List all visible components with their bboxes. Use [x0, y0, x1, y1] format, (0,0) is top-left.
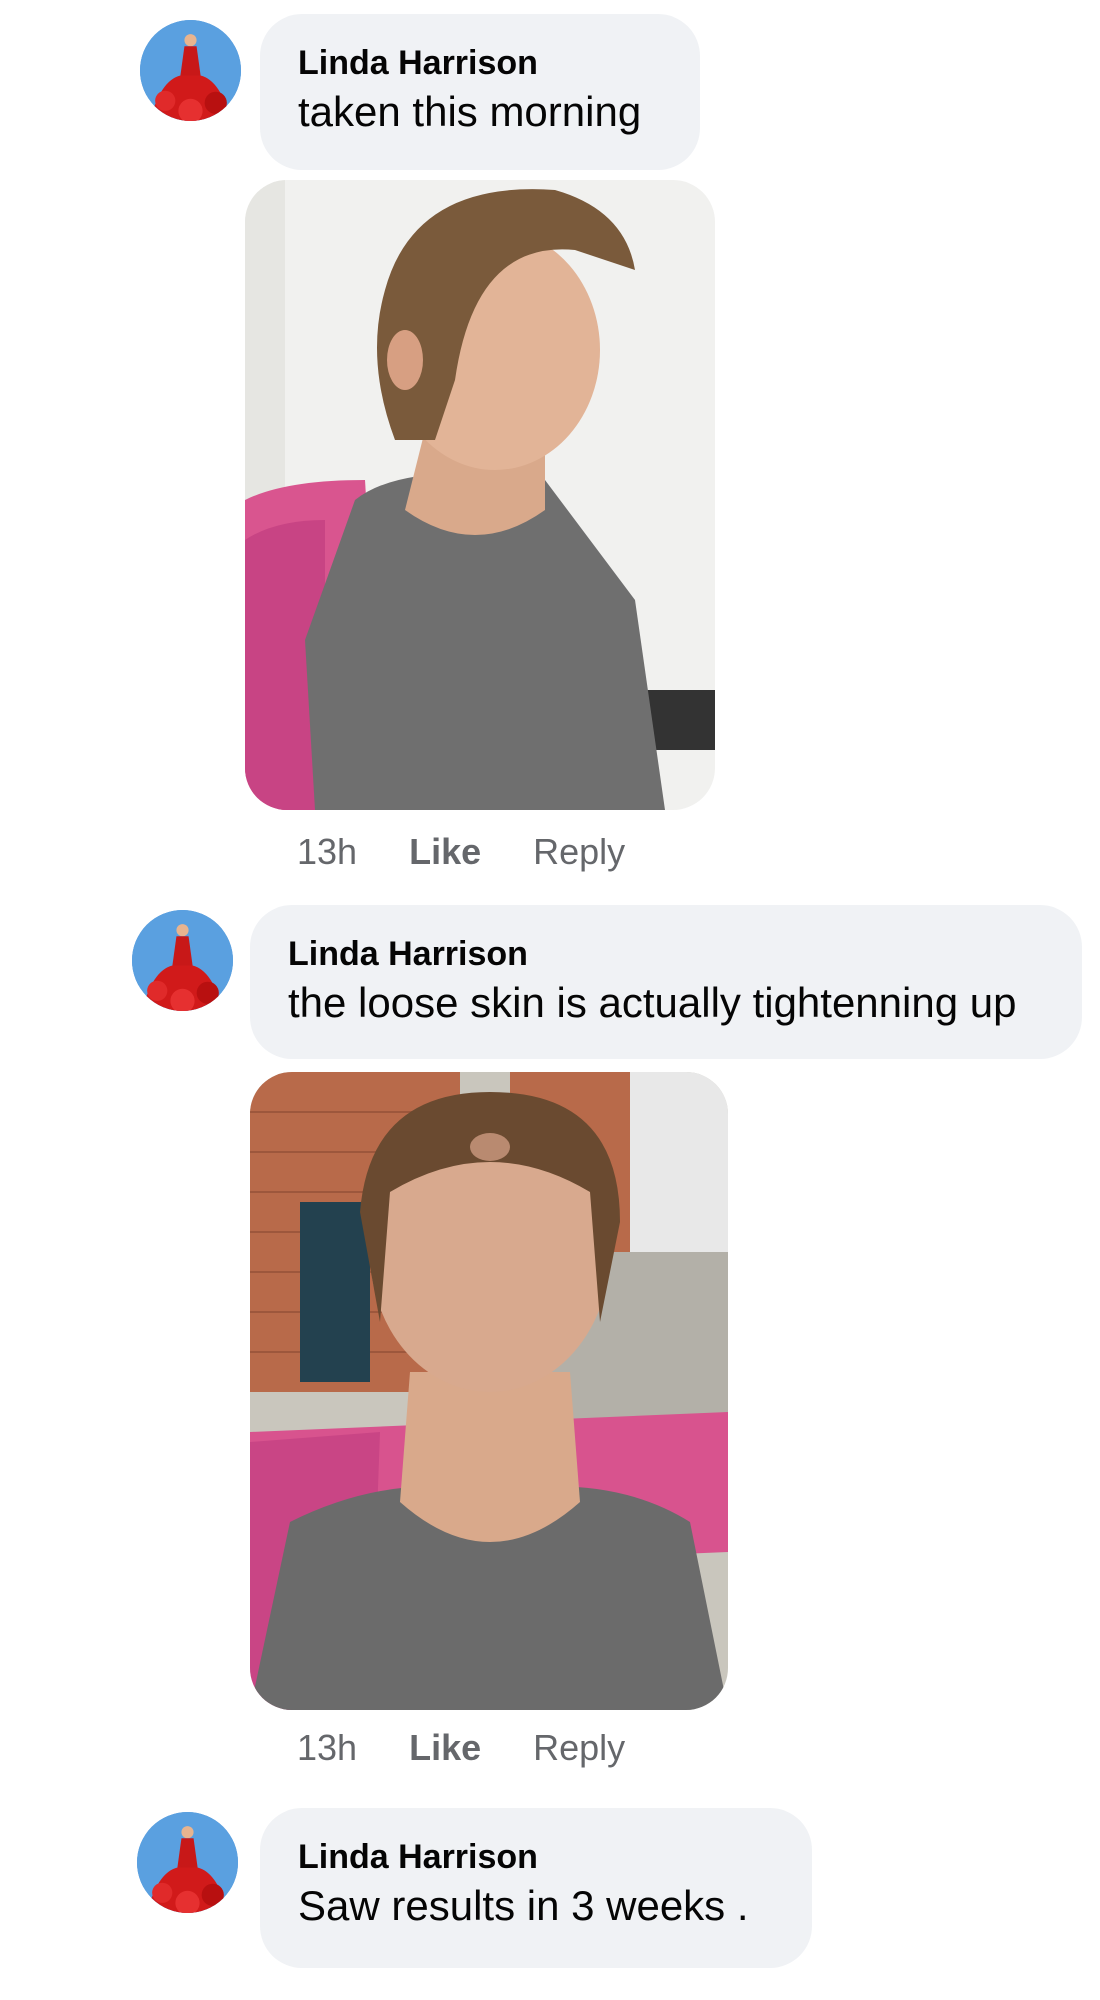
profile-photo-image: [245, 180, 715, 810]
comment-actions: 13h Like Reply: [297, 1728, 625, 1768]
comment-text: Saw results in 3 weeks .: [298, 1882, 749, 1929]
comment-text: the loose skin is actually tightenning u…: [288, 979, 1017, 1026]
comment-author[interactable]: Linda Harrison: [298, 44, 662, 82]
reply-button[interactable]: Reply: [533, 1728, 625, 1768]
like-button[interactable]: Like: [409, 832, 481, 872]
chin-up-photo-image: [250, 1072, 728, 1710]
comment-author[interactable]: Linda Harrison: [298, 1838, 774, 1876]
comment-bubble: Linda Harrison taken this morning: [260, 14, 700, 170]
comment-photo[interactable]: [245, 180, 715, 810]
avatar[interactable]: [137, 1812, 238, 1913]
comment-actions: 13h Like Reply: [297, 832, 625, 872]
comment-bubble: Linda Harrison Saw results in 3 weeks .: [260, 1808, 812, 1968]
avatar-image: [140, 20, 241, 121]
avatar-image: [137, 1812, 238, 1913]
comment-text: taken this morning: [298, 88, 642, 135]
avatar[interactable]: [140, 20, 241, 121]
like-button[interactable]: Like: [409, 1728, 481, 1768]
comment-author[interactable]: Linda Harrison: [288, 935, 1044, 973]
comment-bubble: Linda Harrison the loose skin is actuall…: [250, 905, 1082, 1059]
comment-photo[interactable]: [250, 1072, 728, 1710]
avatar[interactable]: [132, 910, 233, 1011]
comment-time[interactable]: 13h: [297, 1728, 357, 1768]
avatar-image: [132, 910, 233, 1011]
comment-time[interactable]: 13h: [297, 832, 357, 872]
reply-button[interactable]: Reply: [533, 832, 625, 872]
